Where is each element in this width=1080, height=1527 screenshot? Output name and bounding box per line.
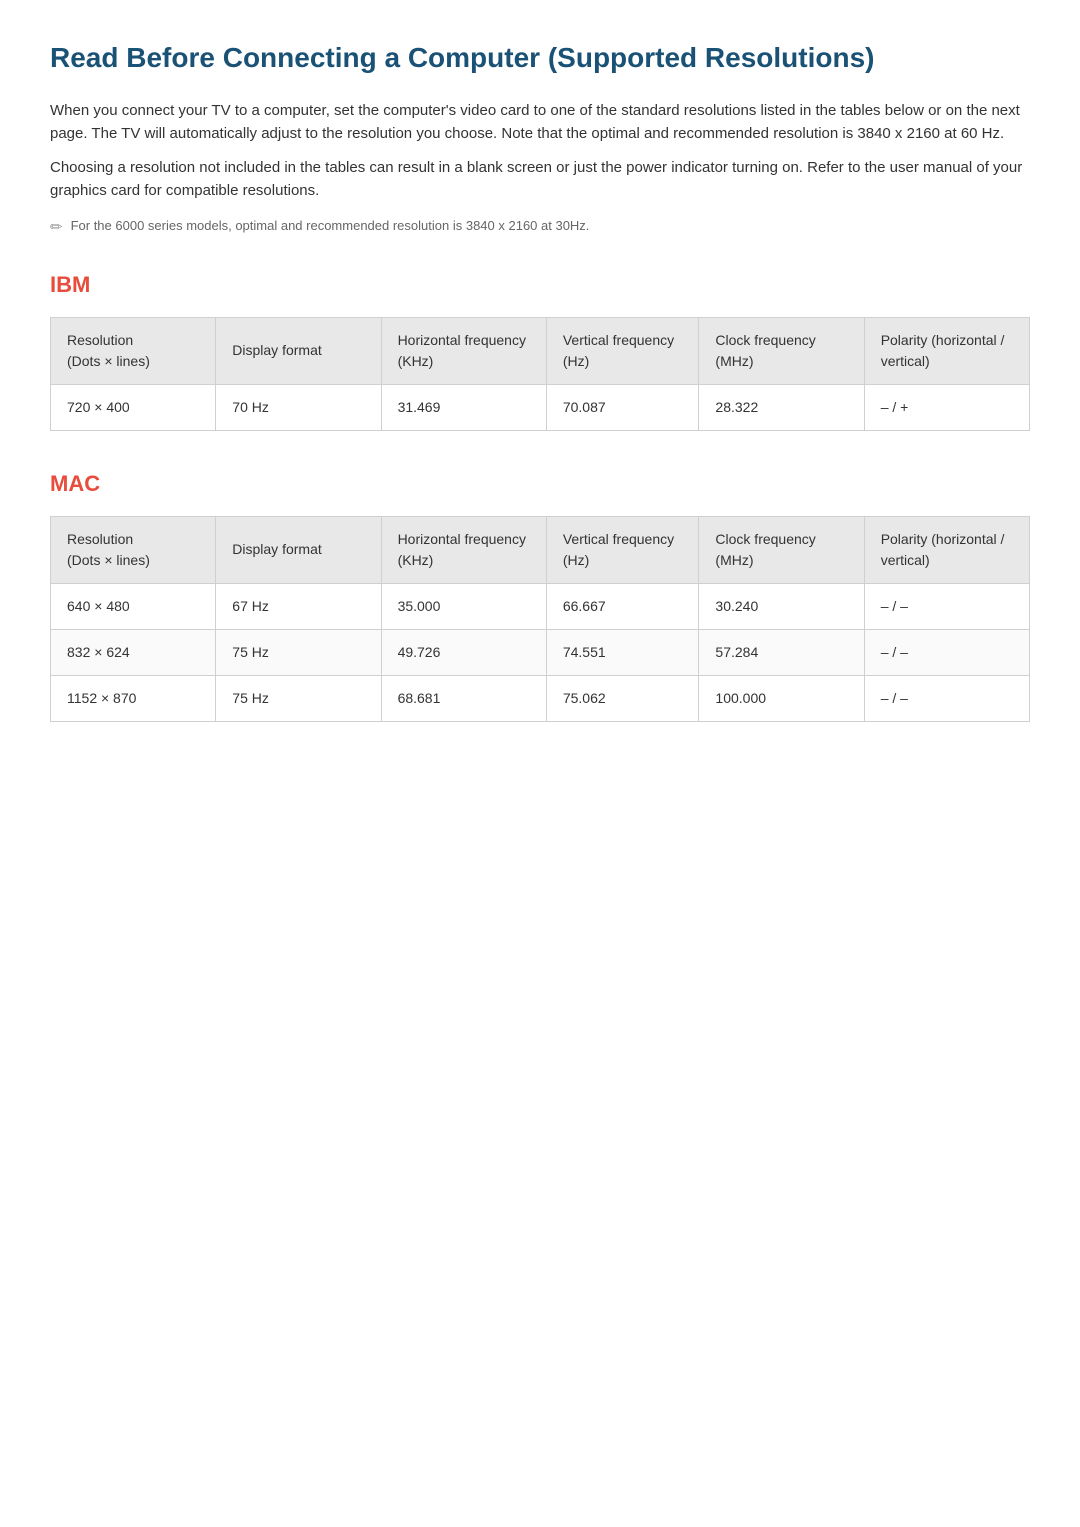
ibm-cell-horizontal: 31.469 xyxy=(381,384,546,430)
mac-col-resolution: Resolution(Dots × lines) xyxy=(51,516,216,583)
note-box: ✏ For the 6000 series models, optimal an… xyxy=(50,216,1030,240)
mac-cell-resolution: 640 × 480 xyxy=(51,583,216,629)
mac-table-header-row: Resolution(Dots × lines) Display format … xyxy=(51,516,1030,583)
ibm-cell-resolution: 720 × 400 xyxy=(51,384,216,430)
mac-section: MAC Resolution(Dots × lines) Display for… xyxy=(50,467,1030,722)
mac-cell-vertical: 75.062 xyxy=(546,675,699,721)
mac-cell-polarity: – / – xyxy=(864,629,1029,675)
mac-cell-vertical: 66.667 xyxy=(546,583,699,629)
mac-cell-vertical: 74.551 xyxy=(546,629,699,675)
intro-paragraph-1: When you connect your TV to a computer, … xyxy=(50,100,1030,145)
mac-cell-resolution: 1152 × 870 xyxy=(51,675,216,721)
ibm-section: IBM Resolution(Dots × lines) Display for… xyxy=(50,268,1030,431)
ibm-col-display: Display format xyxy=(216,317,381,384)
ibm-table: Resolution(Dots × lines) Display format … xyxy=(50,317,1030,431)
mac-cell-clock: 30.240 xyxy=(699,583,864,629)
note-text: For the 6000 series models, optimal and … xyxy=(71,216,590,236)
table-row: 640 × 48067 Hz35.00066.66730.240– / – xyxy=(51,583,1030,629)
mac-cell-display_format: 75 Hz xyxy=(216,675,381,721)
mac-cell-resolution: 832 × 624 xyxy=(51,629,216,675)
mac-col-clock: Clock frequency (MHz) xyxy=(699,516,864,583)
ibm-table-header-row: Resolution(Dots × lines) Display format … xyxy=(51,317,1030,384)
mac-col-display: Display format xyxy=(216,516,381,583)
mac-cell-polarity: – / – xyxy=(864,583,1029,629)
table-row: 1152 × 87075 Hz68.68175.062100.000– / – xyxy=(51,675,1030,721)
mac-col-horizontal: Horizontal frequency (KHz) xyxy=(381,516,546,583)
page-title: Read Before Connecting a Computer (Suppo… xyxy=(50,40,1030,76)
pencil-icon: ✏ xyxy=(50,217,63,240)
ibm-section-title: IBM xyxy=(50,268,1030,301)
mac-cell-clock: 100.000 xyxy=(699,675,864,721)
mac-cell-display_format: 67 Hz xyxy=(216,583,381,629)
mac-col-vertical: Vertical frequency (Hz) xyxy=(546,516,699,583)
mac-col-polarity: Polarity (horizontal / vertical) xyxy=(864,516,1029,583)
ibm-cell-clock: 28.322 xyxy=(699,384,864,430)
mac-cell-horizontal: 49.726 xyxy=(381,629,546,675)
mac-section-title: MAC xyxy=(50,467,1030,500)
ibm-col-resolution: Resolution(Dots × lines) xyxy=(51,317,216,384)
table-row: 832 × 62475 Hz49.72674.55157.284– / – xyxy=(51,629,1030,675)
table-row: 720 × 40070 Hz31.46970.08728.322– / + xyxy=(51,384,1030,430)
ibm-col-polarity: Polarity (horizontal / vertical) xyxy=(864,317,1029,384)
ibm-col-clock: Clock frequency (MHz) xyxy=(699,317,864,384)
mac-cell-display_format: 75 Hz xyxy=(216,629,381,675)
ibm-col-horizontal: Horizontal frequency (KHz) xyxy=(381,317,546,384)
ibm-cell-display_format: 70 Hz xyxy=(216,384,381,430)
ibm-col-vertical: Vertical frequency (Hz) xyxy=(546,317,699,384)
mac-cell-horizontal: 68.681 xyxy=(381,675,546,721)
mac-cell-horizontal: 35.000 xyxy=(381,583,546,629)
mac-table: Resolution(Dots × lines) Display format … xyxy=(50,516,1030,722)
ibm-cell-polarity: – / + xyxy=(864,384,1029,430)
intro-paragraph-2: Choosing a resolution not included in th… xyxy=(50,157,1030,202)
ibm-cell-vertical: 70.087 xyxy=(546,384,699,430)
mac-cell-clock: 57.284 xyxy=(699,629,864,675)
mac-cell-polarity: – / – xyxy=(864,675,1029,721)
